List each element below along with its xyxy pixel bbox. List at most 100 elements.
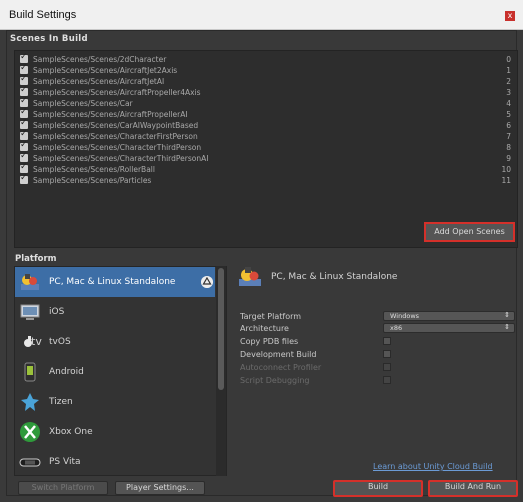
platform-label: PS Vita <box>49 457 81 467</box>
scenes-in-build-header: Scenes In Build <box>10 34 88 44</box>
scene-checkbox[interactable] <box>20 107 28 118</box>
scene-row[interactable]: SampleScenes/Scenes/AircraftJetAI 2 <box>15 74 517 87</box>
platform-header: Platform <box>15 254 57 264</box>
build-and-run-button[interactable]: Build And Run <box>428 480 518 497</box>
platform-item-ios[interactable]: iOS <box>15 297 215 327</box>
scene-checkbox[interactable] <box>20 85 28 96</box>
autoconnect-profiler-checkbox <box>383 363 391 371</box>
unity-standalone-icon <box>239 267 261 286</box>
target-platform-label: Target Platform <box>240 312 302 321</box>
scene-checkbox[interactable] <box>20 74 28 85</box>
script-debugging-checkbox <box>383 376 391 384</box>
scene-path: SampleScenes/Scenes/Car <box>33 99 133 108</box>
platform-label: Xbox One <box>49 427 93 437</box>
scene-checkbox[interactable] <box>20 162 28 173</box>
scene-row[interactable]: SampleScenes/Scenes/Particles 11 <box>15 173 517 186</box>
player-settings-button[interactable]: Player Settings... <box>115 481 205 495</box>
platform-label: tvOS <box>49 337 71 347</box>
scene-row[interactable]: SampleScenes/Scenes/CharacterFirstPerson… <box>15 129 517 142</box>
scene-path: SampleScenes/Scenes/AircraftPropeller4Ax… <box>33 88 201 97</box>
development-build-checkbox[interactable] <box>383 350 391 358</box>
scrollbar-thumb[interactable] <box>218 268 224 390</box>
platform-item-standalone[interactable]: PC, Mac & Linux Standalone <box>15 267 215 297</box>
target-platform-dropdown[interactable]: Windows ⇕ <box>383 311 515 321</box>
platform-item-xbox-one[interactable]: Xbox One <box>15 417 215 447</box>
architecture-label: Architecture <box>240 324 289 333</box>
scene-index: 9 <box>506 154 511 163</box>
scene-path: SampleScenes/Scenes/RollerBall <box>33 165 155 174</box>
copy-pdb-label: Copy PDB files <box>240 337 299 346</box>
tizen-icon <box>21 393 39 411</box>
scene-checkbox[interactable] <box>20 129 28 140</box>
android-icon <box>24 362 36 382</box>
scene-row[interactable]: SampleScenes/Scenes/CharacterThirdPerson… <box>15 151 517 164</box>
scene-row[interactable]: SampleScenes/Scenes/RollerBall 10 <box>15 162 517 175</box>
architecture-dropdown[interactable]: x86 ⇕ <box>383 323 515 333</box>
scene-path: SampleScenes/Scenes/Particles <box>33 176 152 185</box>
scene-index: 11 <box>501 176 511 185</box>
scene-checkbox[interactable] <box>20 96 28 107</box>
platform-item-tizen[interactable]: Tizen <box>15 387 215 417</box>
scene-index: 5 <box>506 110 511 119</box>
platform-label: PC, Mac & Linux Standalone <box>49 277 176 287</box>
scene-path: SampleScenes/Scenes/AircraftJetAI <box>33 77 165 86</box>
unity-logo-icon <box>201 276 213 288</box>
platform-label: Android <box>49 367 84 377</box>
development-build-label: Development Build <box>240 350 317 359</box>
platform-scrollbar[interactable] <box>216 266 226 476</box>
scenes-list: SampleScenes/Scenes/2dCharacter 0 SampleS… <box>14 50 518 248</box>
scene-path: SampleScenes/Scenes/AircraftJet2Axis <box>33 66 178 75</box>
platform-item-android[interactable]: Android <box>15 357 215 387</box>
architecture-value: x86 <box>390 324 403 332</box>
scene-index: 10 <box>501 165 511 174</box>
scene-checkbox[interactable] <box>20 140 28 151</box>
scene-row[interactable]: SampleScenes/Scenes/AircraftPropellerAI 5 <box>15 107 517 120</box>
scene-index: 2 <box>506 77 511 86</box>
scene-row[interactable]: SampleScenes/Scenes/CarAIWaypointBased 6 <box>15 118 517 131</box>
switch-platform-button[interactable]: Switch Platform <box>18 481 108 495</box>
xbox-icon <box>20 422 40 442</box>
platform-item-ps-vita[interactable]: PS Vita <box>15 447 215 475</box>
title-bar: Build Settings x <box>0 0 523 30</box>
scene-index: 4 <box>506 99 511 108</box>
ios-icon <box>20 304 40 320</box>
scene-path: SampleScenes/Scenes/CharacterFirstPerson <box>33 132 198 141</box>
close-icon[interactable]: x <box>505 11 515 21</box>
scene-path: SampleScenes/Scenes/AircraftPropellerAI <box>33 110 188 119</box>
scene-checkbox[interactable] <box>20 173 28 184</box>
psvita-icon <box>19 458 41 467</box>
scene-checkbox[interactable] <box>20 118 28 129</box>
scene-path: SampleScenes/Scenes/CarAIWaypointBased <box>33 121 199 130</box>
add-open-scenes-button[interactable]: Add Open Scenes <box>424 222 515 242</box>
scene-index: 7 <box>506 132 511 141</box>
scene-checkbox[interactable] <box>20 151 28 162</box>
scene-row[interactable]: SampleScenes/Scenes/2dCharacter 0 <box>15 52 517 65</box>
dropdown-arrow-icon: ⇕ <box>504 323 510 331</box>
target-platform-value: Windows <box>390 312 420 320</box>
platform-label: iOS <box>49 307 65 317</box>
scene-index: 1 <box>506 66 511 75</box>
platform-label: Tizen <box>49 397 73 407</box>
scene-row[interactable]: SampleScenes/Scenes/AircraftJet2Axis 1 <box>15 63 517 76</box>
scene-path: SampleScenes/Scenes/CharacterThirdPerson <box>33 143 202 152</box>
dropdown-arrow-icon: ⇕ <box>504 311 510 319</box>
scene-index: 6 <box>506 121 511 130</box>
platform-list: PC, Mac & Linux Standalone iOS tv tvOS A… <box>14 266 227 476</box>
scene-row[interactable]: SampleScenes/Scenes/AircraftPropeller4Ax… <box>15 85 517 98</box>
scene-row[interactable]: SampleScenes/Scenes/CharacterThirdPerson… <box>15 140 517 153</box>
platform-item-tvos[interactable]: tv tvOS <box>15 327 215 357</box>
platform-settings-label: PC, Mac & Linux Standalone <box>271 272 398 282</box>
scene-row[interactable]: SampleScenes/Scenes/Car 4 <box>15 96 517 109</box>
build-button[interactable]: Build <box>333 480 423 497</box>
scene-checkbox[interactable] <box>20 52 28 63</box>
scene-path: SampleScenes/Scenes/2dCharacter <box>33 55 167 64</box>
scene-index: 0 <box>506 55 511 64</box>
script-debugging-label: Script Debugging <box>240 376 310 385</box>
scene-index: 3 <box>506 88 511 97</box>
scene-checkbox[interactable] <box>20 63 28 74</box>
autoconnect-profiler-label: Autoconnect Profiler <box>240 363 322 372</box>
unity-cloud-build-link[interactable]: Learn about Unity Cloud Build <box>373 462 493 471</box>
copy-pdb-checkbox[interactable] <box>383 337 391 345</box>
scene-path: SampleScenes/Scenes/CharacterThirdPerson… <box>33 154 209 163</box>
tv-glyph: tv <box>31 335 42 348</box>
